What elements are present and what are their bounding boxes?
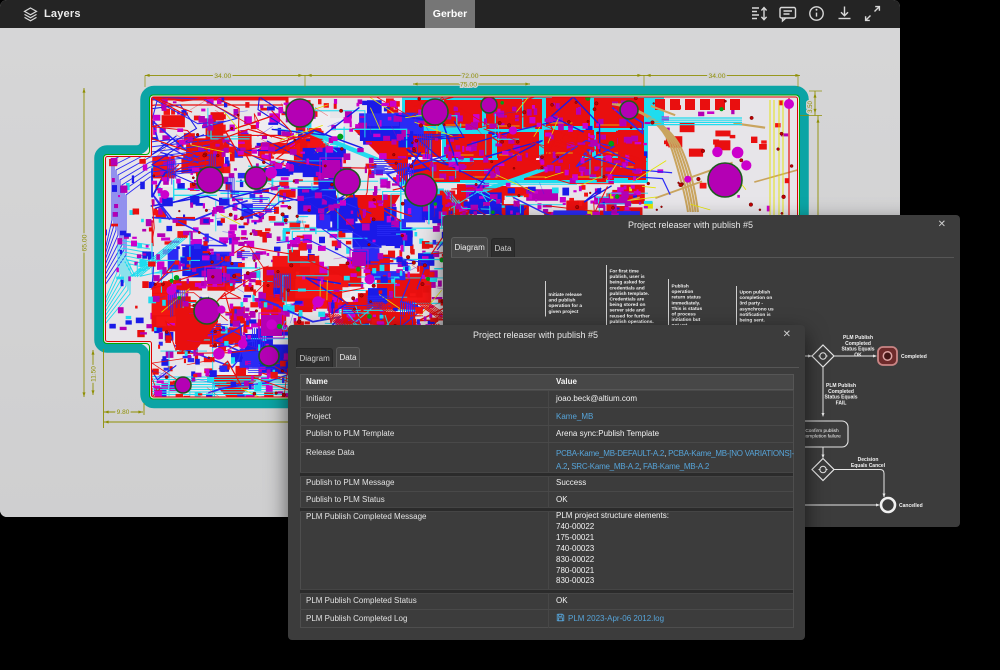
svg-text:65.00: 65.00: [81, 234, 88, 251]
svg-text:72.00: 72.00: [461, 73, 478, 80]
svg-text:3.50: 3.50: [808, 101, 814, 113]
svg-text:34.00: 34.00: [214, 73, 231, 80]
svg-text:9.80: 9.80: [117, 409, 130, 416]
svg-text:34.00: 34.00: [708, 73, 725, 80]
svg-text:75.00: 75.00: [460, 81, 477, 88]
svg-text:11.50: 11.50: [90, 366, 97, 382]
